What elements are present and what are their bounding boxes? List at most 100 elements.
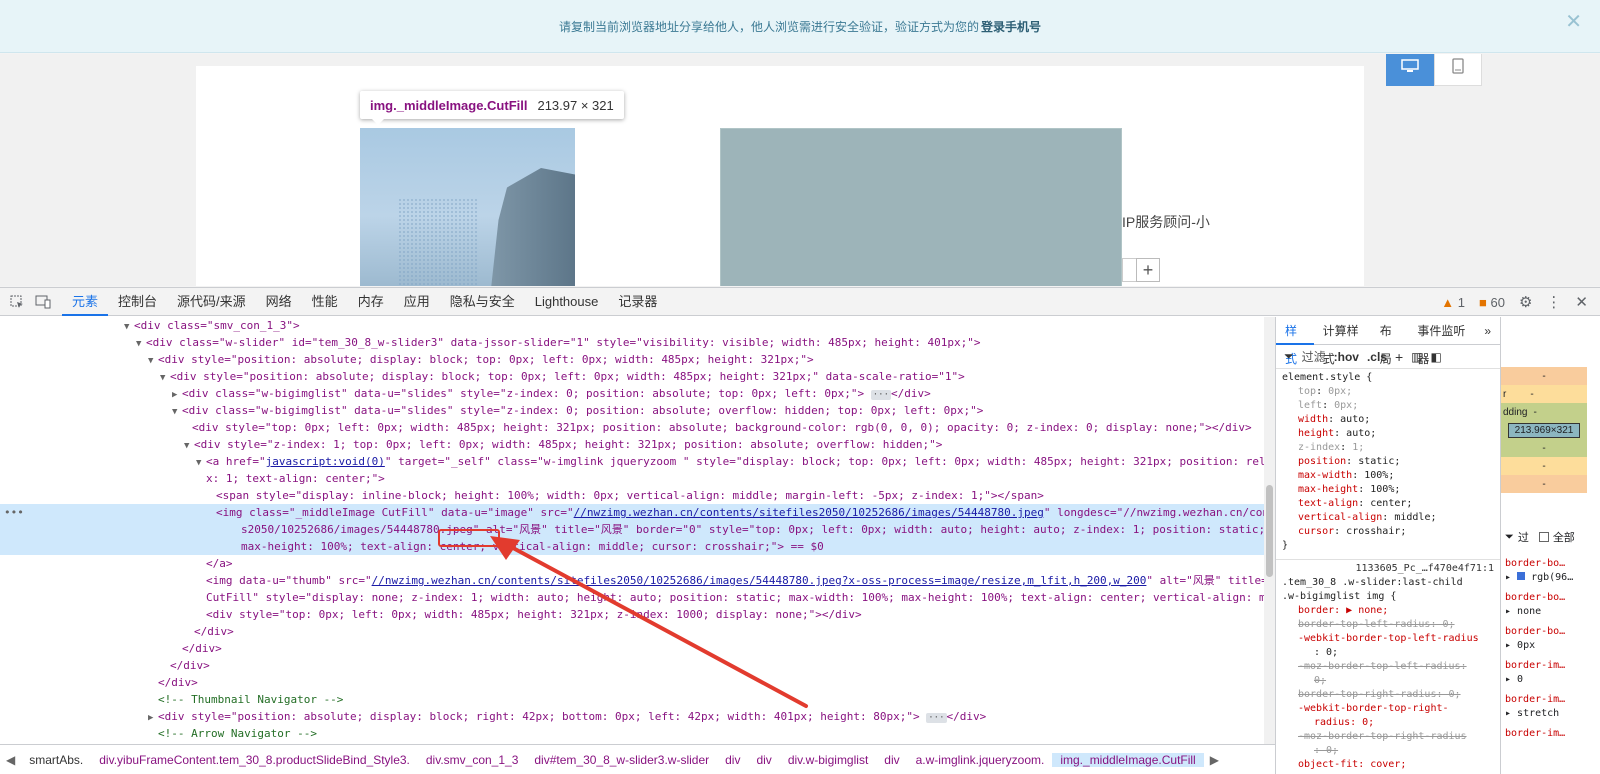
warning-icon: ▲: [1441, 294, 1455, 310]
more-tabs-icon[interactable]: »: [1475, 317, 1500, 345]
issue-icon: ■: [1479, 294, 1487, 310]
rule-source-link[interactable]: 1133605_Pc_…f470e4f71:1: [1282, 562, 1494, 576]
tab-recorder[interactable]: 记录器: [608, 288, 667, 316]
desktop-view-button[interactable]: [1386, 54, 1434, 86]
plus-button[interactable]: +: [1136, 258, 1160, 282]
breadcrumb-item[interactable]: div: [876, 753, 907, 767]
show-all-label: 全部: [1552, 532, 1575, 544]
tab-privacy-security[interactable]: 隐私与安全: [440, 288, 525, 316]
device-switcher: [1386, 54, 1482, 86]
tab-network[interactable]: 网络: [256, 288, 302, 316]
issues-badge[interactable]: ■ 60: [1479, 295, 1505, 310]
dom-line[interactable]: ▶ <div class="w-bigimglist" data-u="slide…: [172, 385, 931, 402]
more-menu-icon[interactable]: ⋮: [1546, 293, 1561, 311]
banner-text: 请复制当前浏览器地址分享给他人，他人浏览需进行安全验证，验证方式为您的: [558, 19, 979, 34]
tab-elements[interactable]: 元素: [62, 288, 109, 316]
dom-line[interactable]: ▼ <div class="w-slider" id="tem_30_8_w-sl…: [136, 334, 980, 351]
slider-img-rule: 1133605_Pc_…f470e4f71:1 .tem_30_8 .w-sli…: [1276, 559, 1500, 774]
breadcrumb-item[interactable]: div.w-bigimglist: [780, 753, 876, 767]
show-all-checkbox[interactable]: [1538, 532, 1549, 542]
breadcrumb-item[interactable]: div: [748, 753, 779, 767]
close-devtools-icon[interactable]: ✕: [1575, 293, 1588, 311]
dom-line[interactable]: ▼ <a href="javascript:void(0)" target="_s…: [196, 453, 1264, 470]
computed-filter-input[interactable]: 过: [1518, 529, 1529, 545]
tab-layout[interactable]: 布局: [1371, 317, 1409, 366]
dom-line[interactable]: <div style="top: 0px; left: 0px; width: …: [192, 419, 1252, 436]
dom-comment[interactable]: <!-- Arrow Navigator -->: [158, 725, 317, 742]
dom-line[interactable]: </div>: [170, 657, 210, 674]
box-model-pane: - r- dding - 213.969×321 - - - ⏷ 过 全部 bor…: [1500, 317, 1600, 774]
paint-icon[interactable]: ▥: [1411, 350, 1422, 364]
devtools-panel: 元素 控制台 源代码/来源 网络 性能 内存 应用 隐私与安全 Lighthou…: [0, 287, 1600, 774]
scrollbar-thumb[interactable]: [1266, 485, 1273, 577]
mobile-view-button[interactable]: [1434, 54, 1482, 86]
dom-line[interactable]: </div>: [158, 674, 198, 691]
dom-line[interactable]: ▼ <div style="position: absolute; display…: [160, 368, 965, 385]
filter-icon: ⏷: [1284, 349, 1294, 363]
collapsed-ellipsis[interactable]: ···: [926, 713, 947, 723]
dom-line-selected[interactable]: ••• <img class="_middleImage CutFill" dat…: [0, 504, 1264, 521]
tab-application[interactable]: 应用: [394, 288, 440, 316]
tab-console[interactable]: 控制台: [108, 288, 167, 316]
dom-comment[interactable]: <!-- Thumbnail Navigator -->: [158, 691, 343, 708]
margin-box: -: [1501, 367, 1587, 385]
styles-pane: 样式 计算样式 布局 事件监听器 » ⏷ 过滤 :hov .cls + ▥ ◧ …: [1275, 317, 1500, 774]
dom-tree: ▼ <div class="smv_con_1_3"> ▼ <div class="…: [0, 317, 1264, 744]
dom-tree-scrollbar[interactable]: [1264, 317, 1275, 744]
styles-filter-input[interactable]: 过滤: [1302, 348, 1326, 365]
tab-memory[interactable]: 内存: [348, 288, 394, 316]
dom-line[interactable]: ▼ <div style="z-index: 1; top: 0px; left:…: [184, 436, 942, 453]
inspect-element-icon[interactable]: [4, 288, 30, 316]
red-arrow-annotation: [490, 536, 808, 708]
dom-line[interactable]: </div>: [194, 623, 234, 640]
monitor-icon: [1401, 59, 1419, 72]
close-icon[interactable]: ✕: [1565, 12, 1582, 32]
tab-performance[interactable]: 性能: [302, 288, 348, 316]
border-box: r-: [1501, 385, 1587, 403]
tab-styles[interactable]: 样式: [1276, 317, 1314, 366]
content-box-wrap: 213.969×321: [1501, 421, 1587, 439]
add-rule-icon[interactable]: +: [1395, 349, 1403, 365]
breadcrumb-item[interactable]: div.smv_con_1_3: [418, 753, 527, 767]
dom-line[interactable]: <span style="display: inline-block; heig…: [216, 487, 1044, 504]
breadcrumb-left-arrow-icon[interactable]: ◀: [0, 753, 21, 767]
tab-event-listeners[interactable]: 事件监听器: [1408, 317, 1475, 366]
tab-computed[interactable]: 计算样式: [1314, 317, 1371, 366]
quantity-input[interactable]: [1122, 258, 1136, 282]
tab-sources[interactable]: 源代码/来源: [167, 288, 256, 316]
preview-image: [720, 128, 1122, 286]
breadcrumb-item[interactable]: smartAbs.: [21, 753, 91, 767]
dom-line[interactable]: ▼ <div class="w-bigimglist" data-u="slide…: [172, 402, 983, 419]
device-toolbar-icon[interactable]: [30, 288, 56, 316]
breadcrumb-item[interactable]: div.yibuFrameContent.tem_30_8.productSli…: [91, 753, 418, 767]
cls-toggle[interactable]: .cls: [1367, 350, 1387, 364]
padding-box: dding -: [1501, 403, 1587, 421]
warnings-badge[interactable]: ▲ 1: [1441, 295, 1465, 310]
breadcrumb-item[interactable]: a.w-imglink.jqueryzoom.: [908, 753, 1053, 767]
computed-props: border-bo… ▸ rgb(96… border-bo… ▸ none b…: [1505, 558, 1574, 739]
filter-icon: ⏷: [1505, 530, 1514, 543]
banner-bold-text: 登录手机号: [981, 19, 1042, 34]
dom-line[interactable]: </div>: [182, 640, 222, 657]
cliff-shape: [490, 168, 575, 286]
dom-line[interactable]: ▼ <div style="position: absolute; display…: [148, 351, 814, 368]
dom-line[interactable]: ▼ <div class="smv_con_1_3">: [124, 317, 300, 334]
breadcrumb-item[interactable]: div#tem_30_8_w-slider3.w-slider: [526, 753, 717, 767]
dom-line[interactable]: x: 1; text-align: center;">: [206, 470, 385, 487]
warning-count: 1: [1457, 294, 1466, 310]
vip-consultant-text: IP服务顾问-小: [1122, 214, 1210, 230]
hov-toggle[interactable]: :hov: [1334, 350, 1359, 364]
margin-bottom: -: [1501, 475, 1587, 493]
share-banner: 请复制当前浏览器地址分享给他人，他人浏览需进行安全验证，验证方式为您的 登录手机号…: [0, 0, 1600, 53]
breadcrumb-right-arrow-icon[interactable]: ▶: [1204, 753, 1225, 767]
collapsed-ellipsis[interactable]: ···: [870, 390, 892, 400]
breadcrumb-item[interactable]: div: [717, 753, 748, 767]
dom-line[interactable]: </a>: [206, 555, 233, 572]
breadcrumb-item-current[interactable]: img._middleImage.CutFill: [1052, 752, 1204, 767]
tab-lighthouse[interactable]: Lighthouse: [525, 288, 609, 316]
settings-gear-icon[interactable]: ⚙: [1519, 293, 1532, 311]
phone-icon: [1452, 58, 1464, 74]
highlighted-landscape-image[interactable]: [360, 128, 575, 286]
sidebar-toggle-icon[interactable]: ◧: [1431, 350, 1442, 364]
border-bottom: -: [1501, 457, 1587, 475]
